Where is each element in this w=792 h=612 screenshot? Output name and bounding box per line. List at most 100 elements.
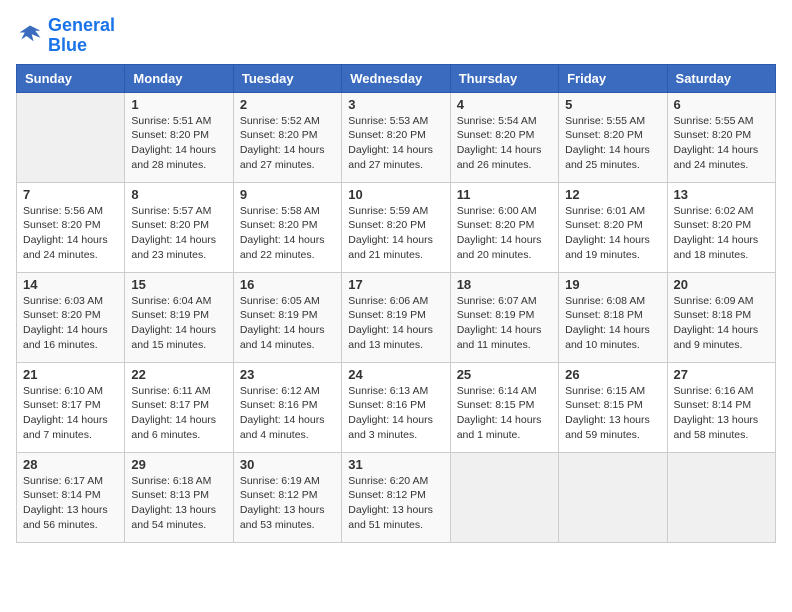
- day-number: 11: [457, 187, 552, 202]
- day-number: 30: [240, 457, 335, 472]
- day-info: Sunrise: 6:16 AMSunset: 8:14 PMDaylight:…: [674, 384, 769, 443]
- day-number: 9: [240, 187, 335, 202]
- weekday-header-sunday: Sunday: [17, 64, 125, 92]
- day-number: 17: [348, 277, 443, 292]
- calendar-cell: 1 Sunrise: 5:51 AMSunset: 8:20 PMDaylight…: [125, 92, 233, 182]
- calendar-cell: 14 Sunrise: 6:03 AMSunset: 8:20 PMDayligh…: [17, 272, 125, 362]
- day-info: Sunrise: 5:52 AMSunset: 8:20 PMDaylight:…: [240, 114, 335, 173]
- calendar-cell: 7Sunrise: 5:56 AMSunset: 8:20 PMDaylight…: [17, 182, 125, 272]
- day-number: 15: [131, 277, 226, 292]
- day-number: 5: [565, 97, 660, 112]
- day-number: 14: [23, 277, 118, 292]
- calendar-cell: 8 Sunrise: 5:57 AMSunset: 8:20 PMDaylight…: [125, 182, 233, 272]
- calendar-cell: 20 Sunrise: 6:09 AMSunset: 8:18 PMDayligh…: [667, 272, 775, 362]
- weekday-header-tuesday: Tuesday: [233, 64, 341, 92]
- calendar-cell: [450, 452, 558, 542]
- day-info: Sunrise: 5:53 AMSunset: 8:20 PMDaylight:…: [348, 114, 443, 173]
- calendar-cell: 17 Sunrise: 6:06 AMSunset: 8:19 PMDayligh…: [342, 272, 450, 362]
- calendar-cell: 13Sunrise: 6:02 AMSunset: 8:20 PMDayligh…: [667, 182, 775, 272]
- day-info: Sunrise: 6:03 AMSunset: 8:20 PMDaylight:…: [23, 294, 118, 353]
- calendar-cell: 15 Sunrise: 6:04 AMSunset: 8:19 PMDayligh…: [125, 272, 233, 362]
- day-number: 26: [565, 367, 660, 382]
- day-number: 27: [674, 367, 769, 382]
- day-info: Sunrise: 5:55 AMSunset: 8:20 PMDaylight:…: [565, 114, 660, 173]
- logo-text: General Blue: [48, 16, 115, 56]
- day-info: Sunrise: 6:09 AMSunset: 8:18 PMDaylight:…: [674, 294, 769, 353]
- calendar-body: 1 Sunrise: 5:51 AMSunset: 8:20 PMDaylight…: [17, 92, 776, 542]
- day-info: Sunrise: 6:05 AMSunset: 8:19 PMDaylight:…: [240, 294, 335, 353]
- day-info: Sunrise: 5:56 AMSunset: 8:20 PMDaylight:…: [23, 204, 118, 263]
- calendar-cell: 25 Sunrise: 6:14 AMSunset: 8:15 PMDayligh…: [450, 362, 558, 452]
- day-info: Sunrise: 6:11 AMSunset: 8:17 PMDaylight:…: [131, 384, 226, 443]
- day-info: Sunrise: 6:06 AMSunset: 8:19 PMDaylight:…: [348, 294, 443, 353]
- calendar-cell: [667, 452, 775, 542]
- calendar-week-row: 21 Sunrise: 6:10 AMSunset: 8:17 PMDayligh…: [17, 362, 776, 452]
- day-number: 19: [565, 277, 660, 292]
- calendar-week-row: 14 Sunrise: 6:03 AMSunset: 8:20 PMDayligh…: [17, 272, 776, 362]
- day-info: Sunrise: 5:55 AMSunset: 8:20 PMDaylight:…: [674, 114, 769, 173]
- day-number: 31: [348, 457, 443, 472]
- calendar-cell: 4 Sunrise: 5:54 AMSunset: 8:20 PMDaylight…: [450, 92, 558, 182]
- calendar-cell: 27 Sunrise: 6:16 AMSunset: 8:14 PMDayligh…: [667, 362, 775, 452]
- day-number: 8: [131, 187, 226, 202]
- calendar-cell: 10Sunrise: 5:59 AMSunset: 8:20 PMDayligh…: [342, 182, 450, 272]
- day-number: 2: [240, 97, 335, 112]
- day-info: Sunrise: 6:02 AMSunset: 8:20 PMDaylight:…: [674, 204, 769, 263]
- calendar-week-row: 7Sunrise: 5:56 AMSunset: 8:20 PMDaylight…: [17, 182, 776, 272]
- weekday-header-saturday: Saturday: [667, 64, 775, 92]
- calendar-cell: 23Sunrise: 6:12 AMSunset: 8:16 PMDayligh…: [233, 362, 341, 452]
- weekday-header-monday: Monday: [125, 64, 233, 92]
- day-number: 20: [674, 277, 769, 292]
- day-info: Sunrise: 6:04 AMSunset: 8:19 PMDaylight:…: [131, 294, 226, 353]
- day-info: Sunrise: 5:51 AMSunset: 8:20 PMDaylight:…: [131, 114, 226, 173]
- logo: General Blue: [16, 16, 115, 56]
- day-number: 21: [23, 367, 118, 382]
- day-info: Sunrise: 5:58 AMSunset: 8:20 PMDaylight:…: [240, 204, 335, 263]
- calendar-cell: 9 Sunrise: 5:58 AMSunset: 8:20 PMDaylight…: [233, 182, 341, 272]
- day-info: Sunrise: 6:18 AMSunset: 8:13 PMDaylight:…: [131, 474, 226, 533]
- day-number: 24: [348, 367, 443, 382]
- page-header: General Blue: [16, 16, 776, 56]
- calendar-table: SundayMondayTuesdayWednesdayThursdayFrid…: [16, 64, 776, 543]
- day-number: 25: [457, 367, 552, 382]
- calendar-week-row: 1 Sunrise: 5:51 AMSunset: 8:20 PMDaylight…: [17, 92, 776, 182]
- calendar-cell: 6 Sunrise: 5:55 AMSunset: 8:20 PMDaylight…: [667, 92, 775, 182]
- calendar-header: SundayMondayTuesdayWednesdayThursdayFrid…: [17, 64, 776, 92]
- weekday-row: SundayMondayTuesdayWednesdayThursdayFrid…: [17, 64, 776, 92]
- day-info: Sunrise: 6:14 AMSunset: 8:15 PMDaylight:…: [457, 384, 552, 443]
- calendar-cell: 18Sunrise: 6:07 AMSunset: 8:19 PMDayligh…: [450, 272, 558, 362]
- calendar-cell: 2 Sunrise: 5:52 AMSunset: 8:20 PMDaylight…: [233, 92, 341, 182]
- day-info: Sunrise: 5:57 AMSunset: 8:20 PMDaylight:…: [131, 204, 226, 263]
- logo-icon: [16, 22, 44, 50]
- day-number: 18: [457, 277, 552, 292]
- calendar-cell: 28Sunrise: 6:17 AMSunset: 8:14 PMDayligh…: [17, 452, 125, 542]
- calendar-week-row: 28Sunrise: 6:17 AMSunset: 8:14 PMDayligh…: [17, 452, 776, 542]
- day-info: Sunrise: 5:59 AMSunset: 8:20 PMDaylight:…: [348, 204, 443, 263]
- day-number: 29: [131, 457, 226, 472]
- day-info: Sunrise: 6:08 AMSunset: 8:18 PMDaylight:…: [565, 294, 660, 353]
- day-info: Sunrise: 6:01 AMSunset: 8:20 PMDaylight:…: [565, 204, 660, 263]
- calendar-cell: 3 Sunrise: 5:53 AMSunset: 8:20 PMDaylight…: [342, 92, 450, 182]
- day-info: Sunrise: 6:10 AMSunset: 8:17 PMDaylight:…: [23, 384, 118, 443]
- day-number: 6: [674, 97, 769, 112]
- day-info: Sunrise: 6:13 AMSunset: 8:16 PMDaylight:…: [348, 384, 443, 443]
- calendar-cell: 29 Sunrise: 6:18 AMSunset: 8:13 PMDayligh…: [125, 452, 233, 542]
- day-number: 1: [131, 97, 226, 112]
- calendar-cell: 12 Sunrise: 6:01 AMSunset: 8:20 PMDayligh…: [559, 182, 667, 272]
- calendar-cell: 11 Sunrise: 6:00 AMSunset: 8:20 PMDayligh…: [450, 182, 558, 272]
- day-info: Sunrise: 5:54 AMSunset: 8:20 PMDaylight:…: [457, 114, 552, 173]
- calendar-cell: 19 Sunrise: 6:08 AMSunset: 8:18 PMDayligh…: [559, 272, 667, 362]
- day-number: 28: [23, 457, 118, 472]
- day-number: 3: [348, 97, 443, 112]
- day-info: Sunrise: 6:15 AMSunset: 8:15 PMDaylight:…: [565, 384, 660, 443]
- calendar-cell: 24 Sunrise: 6:13 AMSunset: 8:16 PMDayligh…: [342, 362, 450, 452]
- calendar-cell: [17, 92, 125, 182]
- day-number: 12: [565, 187, 660, 202]
- day-info: Sunrise: 6:00 AMSunset: 8:20 PMDaylight:…: [457, 204, 552, 263]
- day-number: 4: [457, 97, 552, 112]
- calendar-cell: 21 Sunrise: 6:10 AMSunset: 8:17 PMDayligh…: [17, 362, 125, 452]
- calendar-cell: [559, 452, 667, 542]
- day-info: Sunrise: 6:20 AMSunset: 8:12 PMDaylight:…: [348, 474, 443, 533]
- weekday-header-friday: Friday: [559, 64, 667, 92]
- calendar-cell: 26 Sunrise: 6:15 AMSunset: 8:15 PMDayligh…: [559, 362, 667, 452]
